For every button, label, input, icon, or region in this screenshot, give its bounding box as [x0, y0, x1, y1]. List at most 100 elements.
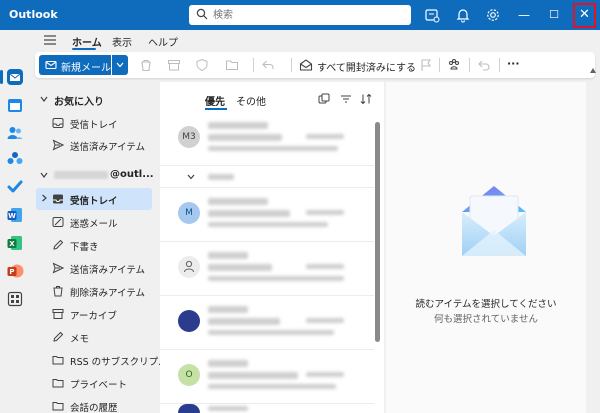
envelope-illustration-icon	[462, 186, 526, 256]
reply-icon[interactable]	[261, 58, 275, 72]
reading-pane: 読むアイテムを選択してください 何も選択されていません	[386, 82, 586, 413]
mark-all-read-label: すべて開封済みにする	[317, 63, 416, 74]
powerpoint-app-icon[interactable]: P	[6, 262, 24, 280]
toolbar-separator	[253, 58, 254, 72]
filter-icon[interactable]	[340, 93, 352, 105]
title-bar: Outlook — ☐ ✕	[0, 0, 600, 30]
reading-pane-subtitle: 何も選択されていません	[434, 314, 538, 325]
account-name-redacted	[54, 171, 108, 179]
page-scrollbar[interactable]	[588, 62, 598, 413]
calendar-app-icon[interactable]	[6, 96, 24, 114]
close-button[interactable]: ✕	[573, 3, 596, 28]
inbox-icon	[52, 118, 64, 128]
account-header[interactable]: @outl...	[36, 166, 156, 184]
scroll-up-icon[interactable]	[590, 68, 596, 73]
move-to-folder-icon[interactable]	[225, 58, 239, 72]
avatar	[178, 310, 200, 332]
favorites-header[interactable]: お気に入り	[36, 90, 156, 108]
flag-icon[interactable]	[419, 58, 433, 72]
tab-other[interactable]: その他	[236, 93, 266, 108]
favorite-inbox[interactable]: 受信トレイ	[36, 112, 152, 134]
more-apps-icon[interactable]	[6, 290, 24, 308]
undo-icon[interactable]	[477, 58, 491, 72]
toolbar-separator	[499, 58, 500, 72]
maximize-button[interactable]: ☐	[543, 3, 565, 27]
delete-icon[interactable]	[139, 58, 153, 72]
folder-drafts[interactable]: 下書き	[36, 234, 152, 256]
avatar	[178, 404, 200, 413]
favorite-sent[interactable]: 送信済みアイテム	[36, 134, 152, 156]
folder-private[interactable]: プライベート	[36, 372, 152, 394]
chevron-right-icon[interactable]	[40, 194, 48, 202]
groups-app-icon[interactable]	[6, 150, 24, 168]
folder-deleted[interactable]: 削除済みアイテム	[36, 280, 152, 302]
archive-icon	[52, 309, 64, 319]
trash-icon	[53, 286, 63, 297]
folder-label: 受信トレイ	[70, 120, 118, 131]
tab-view[interactable]: 表示	[112, 34, 132, 49]
mail-app-icon[interactable]	[6, 68, 24, 86]
favorites-label: お気に入り	[54, 97, 104, 108]
tab-focused[interactable]: 優先	[205, 93, 225, 108]
send-icon	[52, 262, 64, 274]
search-box[interactable]	[189, 5, 411, 25]
excel-app-icon[interactable]: X	[6, 234, 24, 252]
message-item[interactable]	[160, 296, 374, 350]
ribbon-tabs: ホーム 表示 ヘルプ	[30, 30, 600, 50]
message-list-scrollbar[interactable]	[375, 122, 380, 342]
people-app-icon[interactable]	[6, 124, 24, 142]
note-icon	[53, 331, 64, 342]
gear-icon[interactable]	[485, 7, 501, 23]
message-item[interactable]: O	[160, 350, 374, 404]
message-item[interactable]	[160, 242, 374, 296]
folder-label: 受信トレイ	[70, 196, 118, 207]
bell-icon[interactable]	[455, 7, 471, 23]
todo-app-icon[interactable]	[6, 178, 24, 196]
folder-pane: お気に入り 受信トレイ 送信済みアイテム @outl... 受信トレイ 迷惑メー…	[30, 82, 167, 413]
folder-archive[interactable]: アーカイブ	[36, 303, 152, 325]
rail-active-indicator	[0, 70, 3, 84]
avatar: O	[178, 364, 200, 386]
archive-icon[interactable]	[167, 58, 181, 72]
folder-icon	[52, 402, 64, 411]
toolbar-separator	[439, 58, 440, 72]
folder-icon	[52, 379, 64, 388]
folder-inbox[interactable]: 受信トレイ	[36, 188, 152, 210]
chevron-down-icon	[40, 96, 48, 102]
tab-home[interactable]: ホーム	[72, 34, 102, 49]
report-icon[interactable]	[195, 58, 209, 72]
folder-icon	[52, 356, 64, 365]
folder-rss[interactable]: RSS のサブスクリプ...	[36, 349, 167, 371]
person-icon	[184, 260, 194, 273]
folder-label: 会話の履歴	[70, 403, 118, 413]
folder-label: 送信済みアイテム	[70, 142, 146, 153]
search-input[interactable]	[213, 7, 403, 23]
message-item[interactable]: M3	[160, 112, 374, 166]
envelope-icon	[45, 60, 57, 70]
new-mail-button[interactable]: 新規メール	[39, 55, 111, 75]
minimize-button[interactable]: —	[513, 3, 535, 27]
folder-sent[interactable]: 送信済みアイテム	[36, 257, 152, 279]
message-item[interactable]: M	[160, 188, 374, 242]
word-app-icon[interactable]: W	[6, 206, 24, 224]
chevron-down-icon	[116, 62, 124, 68]
folder-notes[interactable]: メモ	[36, 326, 152, 348]
hamburger-menu-icon[interactable]	[44, 35, 56, 45]
message-item[interactable]	[160, 404, 374, 413]
svg-text:P: P	[9, 268, 14, 276]
my-day-icon[interactable]	[424, 7, 440, 23]
send-icon	[52, 139, 64, 151]
tab-help[interactable]: ヘルプ	[148, 34, 178, 49]
avatar: M3	[178, 126, 200, 148]
chevron-down-icon	[40, 172, 48, 178]
new-mail-dropdown[interactable]	[112, 55, 128, 75]
folder-junk[interactable]: 迷惑メール	[36, 211, 152, 233]
select-mode-icon[interactable]	[318, 93, 330, 105]
more-options-button[interactable]: ···	[507, 57, 520, 70]
group-header[interactable]	[160, 166, 374, 188]
sort-icon[interactable]	[360, 93, 372, 105]
folder-conversation-history[interactable]: 会話の履歴	[36, 395, 152, 413]
paw-icon[interactable]	[447, 58, 461, 72]
app-rail: W X P	[0, 30, 30, 413]
inbox-icon	[53, 194, 63, 204]
